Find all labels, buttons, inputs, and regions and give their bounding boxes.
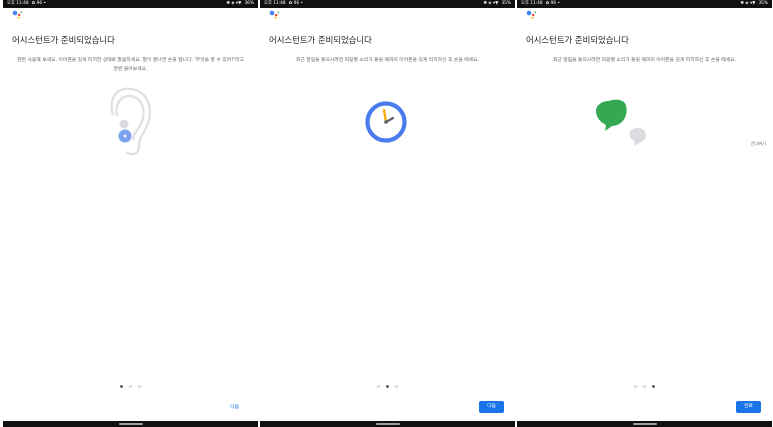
page-dot-active [386, 385, 389, 388]
onboarding-panel-2: 오후 11:48 ✿ 96 • ✱ ◈ ▾▼ 35% 어시스턴트가 준비되었습니… [260, 0, 515, 427]
battery-level: 35% [501, 1, 511, 6]
page-dot [395, 385, 398, 388]
page-dot [129, 385, 132, 388]
assistant-logo-icon [526, 10, 537, 19]
next-button[interactable]: 다음 [230, 403, 239, 410]
onboarding-panel-1: 오후 11:48 ✿ 96 • ✱ ◈ ▾▼ 36% 어시스턴트가 준비되었습니… [3, 0, 258, 427]
status-bar: 오후 11:48 ✿ 96 • ✱ ◈ ▾▼ 35% [260, 0, 515, 8]
navigation-bar [517, 421, 772, 427]
page-title: 어시스턴트가 준비되었습니다 [12, 35, 115, 45]
next-button[interactable]: 다음 [479, 401, 504, 413]
page-indicator [3, 385, 258, 388]
instruction-text: 최근 알림을 들으시려면 띄링벨 소리가 들릴 때까지 이어폰을 길게 터치하신… [552, 58, 737, 63]
page-indicator [260, 385, 515, 388]
page-dot-active [120, 385, 123, 388]
page-dot [634, 385, 637, 388]
notification-icons: ✿ 96 • [545, 1, 560, 6]
status-bar: 오후 11:48 ✿ 96 • ✱ ◈ ▾▼ 36% [3, 0, 258, 8]
instruction-text: 최근 알림을 들으시려면 띄링벨 소리가 들릴 때까지 이어폰을 길게 터치하신… [295, 58, 480, 63]
page-indicator [517, 385, 772, 388]
notification-icons: ✿ 96 • [288, 1, 303, 6]
status-time: 오후 11:48 [264, 1, 286, 6]
navigation-bar [260, 421, 515, 427]
home-handle[interactable] [632, 423, 657, 425]
status-time: 오후 11:48 [521, 1, 543, 6]
instruction-text: 한번 사용해 보세요. 이어폰을 길게 터치한 상태로 말씀하세요. 말이 끝나… [17, 58, 244, 72]
page-title: 어시스턴트가 준비되었습니다 [269, 35, 372, 45]
page-dot [138, 385, 141, 388]
status-time: 오후 11:48 [7, 1, 29, 6]
assistant-logo-icon [12, 10, 23, 19]
onboarding-panel-3: 오후 11:48 ✿ 96 • ✱ ◈ ▾▼ 35% 어시스턴트가 준비되었습니… [517, 0, 772, 427]
page-dot [643, 385, 646, 388]
connectivity-icons: ✱ ◈ ▾▼ [483, 1, 499, 6]
notification-icons: ✿ 96 • [31, 1, 46, 6]
page-dot [377, 385, 380, 388]
assistant-logo-icon [269, 10, 280, 19]
connectivity-icons: ✱ ◈ ▾▼ [740, 1, 756, 6]
page-dot-active [652, 385, 655, 388]
skip-button[interactable]: 건너뛰기 [751, 141, 766, 147]
home-handle[interactable] [375, 423, 400, 425]
home-handle[interactable] [118, 423, 143, 425]
battery-level: 35% [758, 1, 768, 6]
battery-level: 36% [244, 1, 254, 6]
connectivity-icons: ✱ ◈ ▾▼ [226, 1, 242, 6]
page-title: 어시스턴트가 준비되었습니다 [526, 35, 629, 45]
navigation-bar [3, 421, 258, 427]
done-button[interactable]: 완료 [736, 401, 761, 413]
status-bar: 오후 11:48 ✿ 96 • ✱ ◈ ▾▼ 35% [517, 0, 772, 8]
